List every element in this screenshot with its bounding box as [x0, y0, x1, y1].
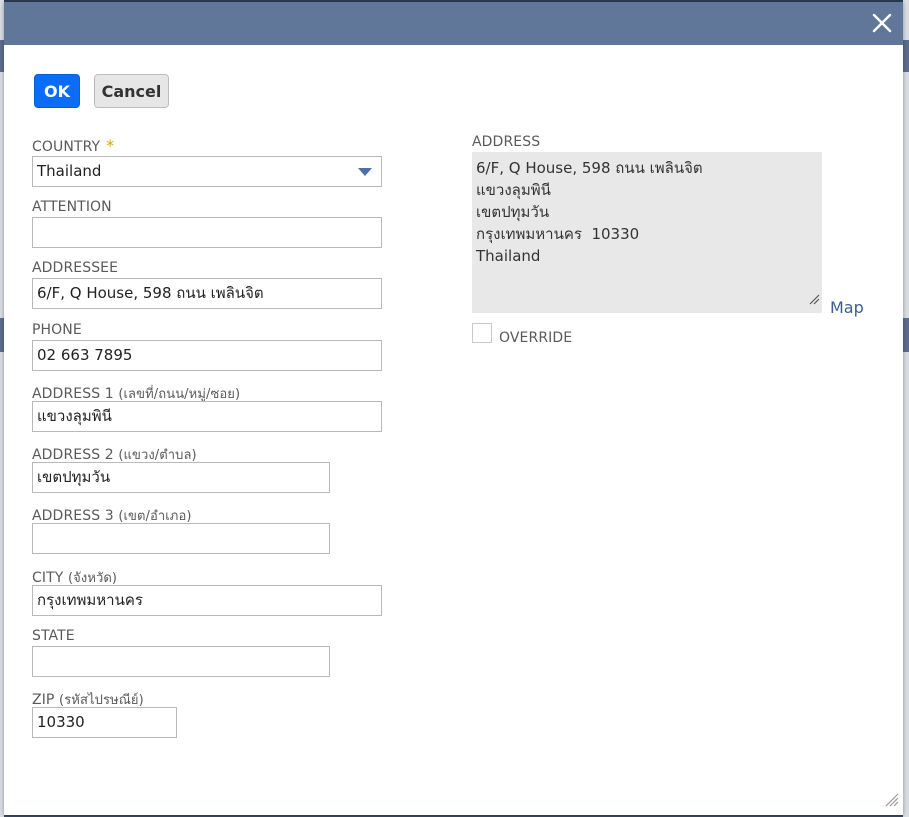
- address1-field[interactable]: แขวงลุมพินี: [32, 401, 382, 432]
- address-line: 6/F, Q House, 598 ถนน เพลินจิต: [476, 159, 703, 177]
- address-line: เขตปทุมวัน: [476, 203, 550, 221]
- address-line: กรุงเทพมหานคร 10330: [476, 225, 640, 243]
- state-label: STATE: [32, 628, 75, 644]
- zip-label-sub: (รหัสไปรษณีย์): [59, 693, 144, 708]
- city-label-text: CITY: [32, 570, 64, 586]
- dialog-resize-icon[interactable]: [885, 792, 899, 811]
- ok-button[interactable]: OK: [34, 74, 80, 108]
- override-checkbox[interactable]: [472, 323, 492, 343]
- city-label-sub: (จังหวัด): [67, 571, 118, 586]
- required-marker: *: [106, 136, 115, 155]
- address-dialog: OK Cancel COUNTRY * Thailand ATTENTION AD…: [4, 2, 903, 815]
- close-icon[interactable]: [869, 10, 895, 36]
- chevron-down-icon[interactable]: [358, 168, 372, 176]
- address3-label-sub: (เขต/อำเภอ): [118, 509, 192, 524]
- country-label-text: COUNTRY: [32, 139, 101, 155]
- cancel-button[interactable]: Cancel: [94, 74, 169, 108]
- address-textarea[interactable]: 6/F, Q House, 598 ถนน เพลินจิต แขวงลุมพิ…: [472, 152, 822, 313]
- override-label: OVERRIDE: [499, 330, 573, 346]
- address1-label-sub: (เลขที่/ถนน/หมู่/ซอย): [118, 387, 241, 402]
- background-page-right: [903, 0, 909, 817]
- country-label: COUNTRY *: [32, 136, 114, 155]
- phone-field[interactable]: 02 663 7895: [32, 340, 382, 371]
- address3-field[interactable]: [32, 523, 330, 554]
- address2-label-sub: (แขวง/ตำบล): [118, 448, 197, 463]
- addressee-field[interactable]: 6/F, Q House, 598 ถนน เพลินจิต: [32, 278, 382, 309]
- address1-label-text: ADDRESS 1: [32, 386, 114, 402]
- map-link[interactable]: Map: [830, 298, 864, 317]
- country-value: Thailand: [37, 162, 102, 180]
- address3-label-text: ADDRESS 3: [32, 508, 114, 524]
- addressee-label: ADDRESSEE: [32, 260, 119, 276]
- zip-label-text: ZIP: [32, 692, 55, 708]
- attention-field[interactable]: [32, 217, 382, 248]
- phone-label: PHONE: [32, 322, 82, 338]
- zip-field[interactable]: 10330: [32, 707, 177, 738]
- state-field[interactable]: [32, 646, 330, 677]
- attention-label: ATTENTION: [32, 199, 112, 215]
- country-select[interactable]: Thailand: [32, 156, 382, 187]
- city-field[interactable]: กรุงเทพมหานคร: [32, 585, 382, 616]
- address-label: ADDRESS: [472, 134, 541, 150]
- address-line: Thailand: [476, 247, 541, 265]
- address-line: แขวงลุมพินี: [476, 181, 551, 199]
- resize-grip-icon[interactable]: [808, 289, 820, 311]
- address2-field[interactable]: เขตปทุมวัน: [32, 462, 330, 493]
- address2-label-text: ADDRESS 2: [32, 447, 114, 463]
- dialog-titlebar: [4, 2, 903, 45]
